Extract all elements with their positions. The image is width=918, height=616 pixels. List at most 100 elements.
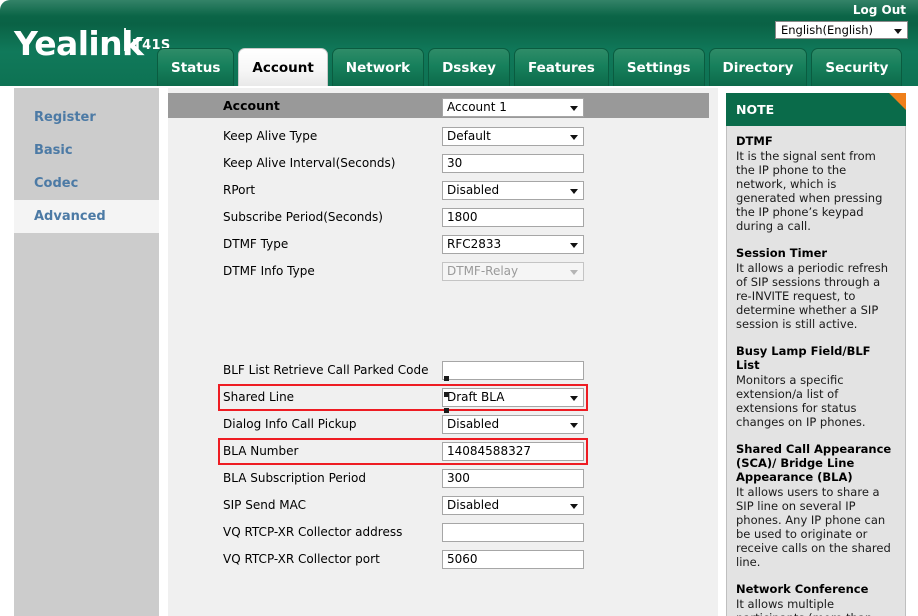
form-row: Shared Line Draft BLA (168, 384, 718, 411)
sidebar-item-basic[interactable]: Basic (14, 134, 159, 167)
form-row: BLA Subscription Period 300 (168, 465, 718, 492)
chevron-down-icon (570, 243, 578, 248)
chevron-down-icon (570, 135, 578, 140)
select-value: Disabled (447, 498, 500, 512)
sidebar-item-label: Advanced (34, 209, 106, 224)
note-section: Busy Lamp Field/BLF List Monitors a speci… (736, 344, 896, 429)
note-panel: NOTE DTMF It is the signal sent from the … (726, 93, 906, 616)
form-row: DTMF Type RFC2833 (168, 231, 718, 258)
form-row: Subscribe Period(Seconds) 1800 (168, 204, 718, 231)
form-row: Keep Alive Interval(Seconds) 30 (168, 150, 718, 177)
form-row-control: Disabled (442, 415, 584, 434)
tab-label: Account (252, 59, 314, 76)
chevron-down-icon (570, 106, 578, 111)
chevron-down-icon (570, 270, 578, 275)
note-section: Shared Call Appearance (SCA)/ Bridge Lin… (736, 442, 896, 569)
select-dtmf-type[interactable]: RFC2833 (442, 235, 584, 254)
ellipsis-dot (444, 376, 449, 381)
ellipsis-dot (444, 408, 449, 413)
form-row-control: 300 (442, 469, 584, 488)
form-row-control: 5060 (442, 550, 584, 569)
select-rport[interactable]: Disabled (442, 181, 584, 200)
form-row: Dialog Info Call Pickup Disabled (168, 411, 718, 438)
sidebar-item-register[interactable]: Register (14, 101, 159, 134)
collapsed-rows-ellipsis (444, 376, 449, 424)
select-value: Disabled (447, 183, 500, 197)
tab-directory[interactable]: Directory (708, 48, 808, 86)
language-select[interactable]: English(English) (775, 21, 908, 39)
tab-label: Status (171, 59, 221, 76)
form-row: VQ RTCP-XR Collector port 5060 (168, 546, 718, 573)
form-row: DTMF Info Type DTMF-Relay (168, 258, 718, 285)
sidebar-item-advanced[interactable]: Advanced (14, 200, 159, 233)
form-row-label: RPort (223, 183, 256, 197)
form-row-label: VQ RTCP-XR Collector port (223, 552, 380, 566)
form-row: BLA Number 14084588327 (168, 438, 718, 465)
input-subscribe-period-seconds[interactable]: 1800 (442, 208, 584, 227)
input-vq-rtcp-xr-collector-port[interactable]: 5060 (442, 550, 584, 569)
tab-settings[interactable]: Settings (612, 48, 705, 86)
tab-label: Dsskey (442, 59, 496, 76)
chevron-down-icon (570, 504, 578, 509)
select-shared-line[interactable]: Draft BLA (442, 388, 584, 407)
note-section-heading: Network Conference (736, 582, 869, 596)
sidebar-item-codec[interactable]: Codec (14, 167, 159, 200)
note-section-text: It allows a periodic refresh of SIP sess… (736, 261, 889, 331)
note-section: Session Timer It allows a periodic refres… (736, 246, 896, 331)
input-blf-list-retrieve-call-parked-code[interactable] (442, 361, 584, 380)
input-vq-rtcp-xr-collector-address[interactable] (442, 523, 584, 542)
select-sip-send-mac[interactable]: Disabled (442, 496, 584, 515)
form-row-label: Keep Alive Type (223, 129, 318, 143)
input-value: 14084588327 (447, 444, 531, 458)
input-keep-alive-interval-seconds[interactable]: 30 (442, 154, 584, 173)
tab-label: Network (345, 59, 411, 76)
input-value: 300 (447, 471, 470, 485)
account-select-wrap: Account 1 (442, 98, 584, 117)
tab-network[interactable]: Network (331, 48, 425, 86)
note-section-heading: Busy Lamp Field/BLF List (736, 344, 871, 372)
page-header: Yealink T41S Log Out English(English) St… (0, 0, 918, 86)
tab-label: Settings (626, 59, 691, 76)
tab-features[interactable]: Features (513, 48, 609, 86)
input-bla-number[interactable]: 14084588327 (442, 442, 584, 461)
form-row-label: SIP Send MAC (223, 498, 306, 512)
tab-status[interactable]: Status (157, 48, 235, 86)
account-select-value: Account 1 (447, 100, 507, 114)
sidebar-item-label: Register (34, 110, 96, 125)
sidebar-item-label: Codec (34, 176, 79, 191)
form-row-control: Disabled (442, 496, 584, 515)
note-section: DTMF It is the signal sent from the IP ph… (736, 134, 896, 233)
tab-dsskey[interactable]: Dsskey (428, 48, 510, 86)
select-value: RFC2833 (447, 237, 502, 251)
account-sidebar: Register Basic Codec Advanced (14, 88, 159, 616)
folded-corner-icon (889, 93, 906, 110)
chevron-down-icon (570, 396, 578, 401)
note-section: Network ConferenceIt allows multiple par… (736, 582, 896, 616)
tab-security[interactable]: Security (811, 48, 903, 86)
note-section-text: It allows users to share a SIP line on s… (736, 485, 891, 569)
logout-link[interactable]: Log Out (853, 3, 906, 17)
select-dialog-info-call-pickup[interactable]: Disabled (442, 415, 584, 434)
form-row-control (442, 361, 584, 380)
input-value: 5060 (447, 552, 478, 566)
logo-divider (124, 28, 126, 51)
form-row-label: VQ RTCP-XR Collector address (223, 525, 403, 539)
form-row: Keep Alive Type Default (168, 123, 718, 150)
language-select-value: English(English) (781, 23, 874, 37)
form-row-label: Subscribe Period(Seconds) (223, 210, 383, 224)
account-select[interactable]: Account 1 (442, 98, 584, 117)
tab-account[interactable]: Account (238, 48, 328, 86)
select-value: Draft BLA (447, 390, 505, 404)
select-dtmf-info-type: DTMF-Relay (442, 262, 584, 281)
form-row-control: RFC2833 (442, 235, 584, 254)
select-keep-alive-type[interactable]: Default (442, 127, 584, 146)
tab-label: Features (527, 59, 595, 76)
form-row-control: 30 (442, 154, 584, 173)
sidebar-item-label: Basic (34, 143, 73, 158)
chevron-down-icon (894, 29, 902, 34)
input-bla-subscription-period[interactable]: 300 (442, 469, 584, 488)
tab-label: Directory (722, 59, 794, 76)
form-row: SIP Send MAC Disabled (168, 492, 718, 519)
input-value: 1800 (447, 210, 478, 224)
form-row-control: Draft BLA (442, 388, 584, 407)
